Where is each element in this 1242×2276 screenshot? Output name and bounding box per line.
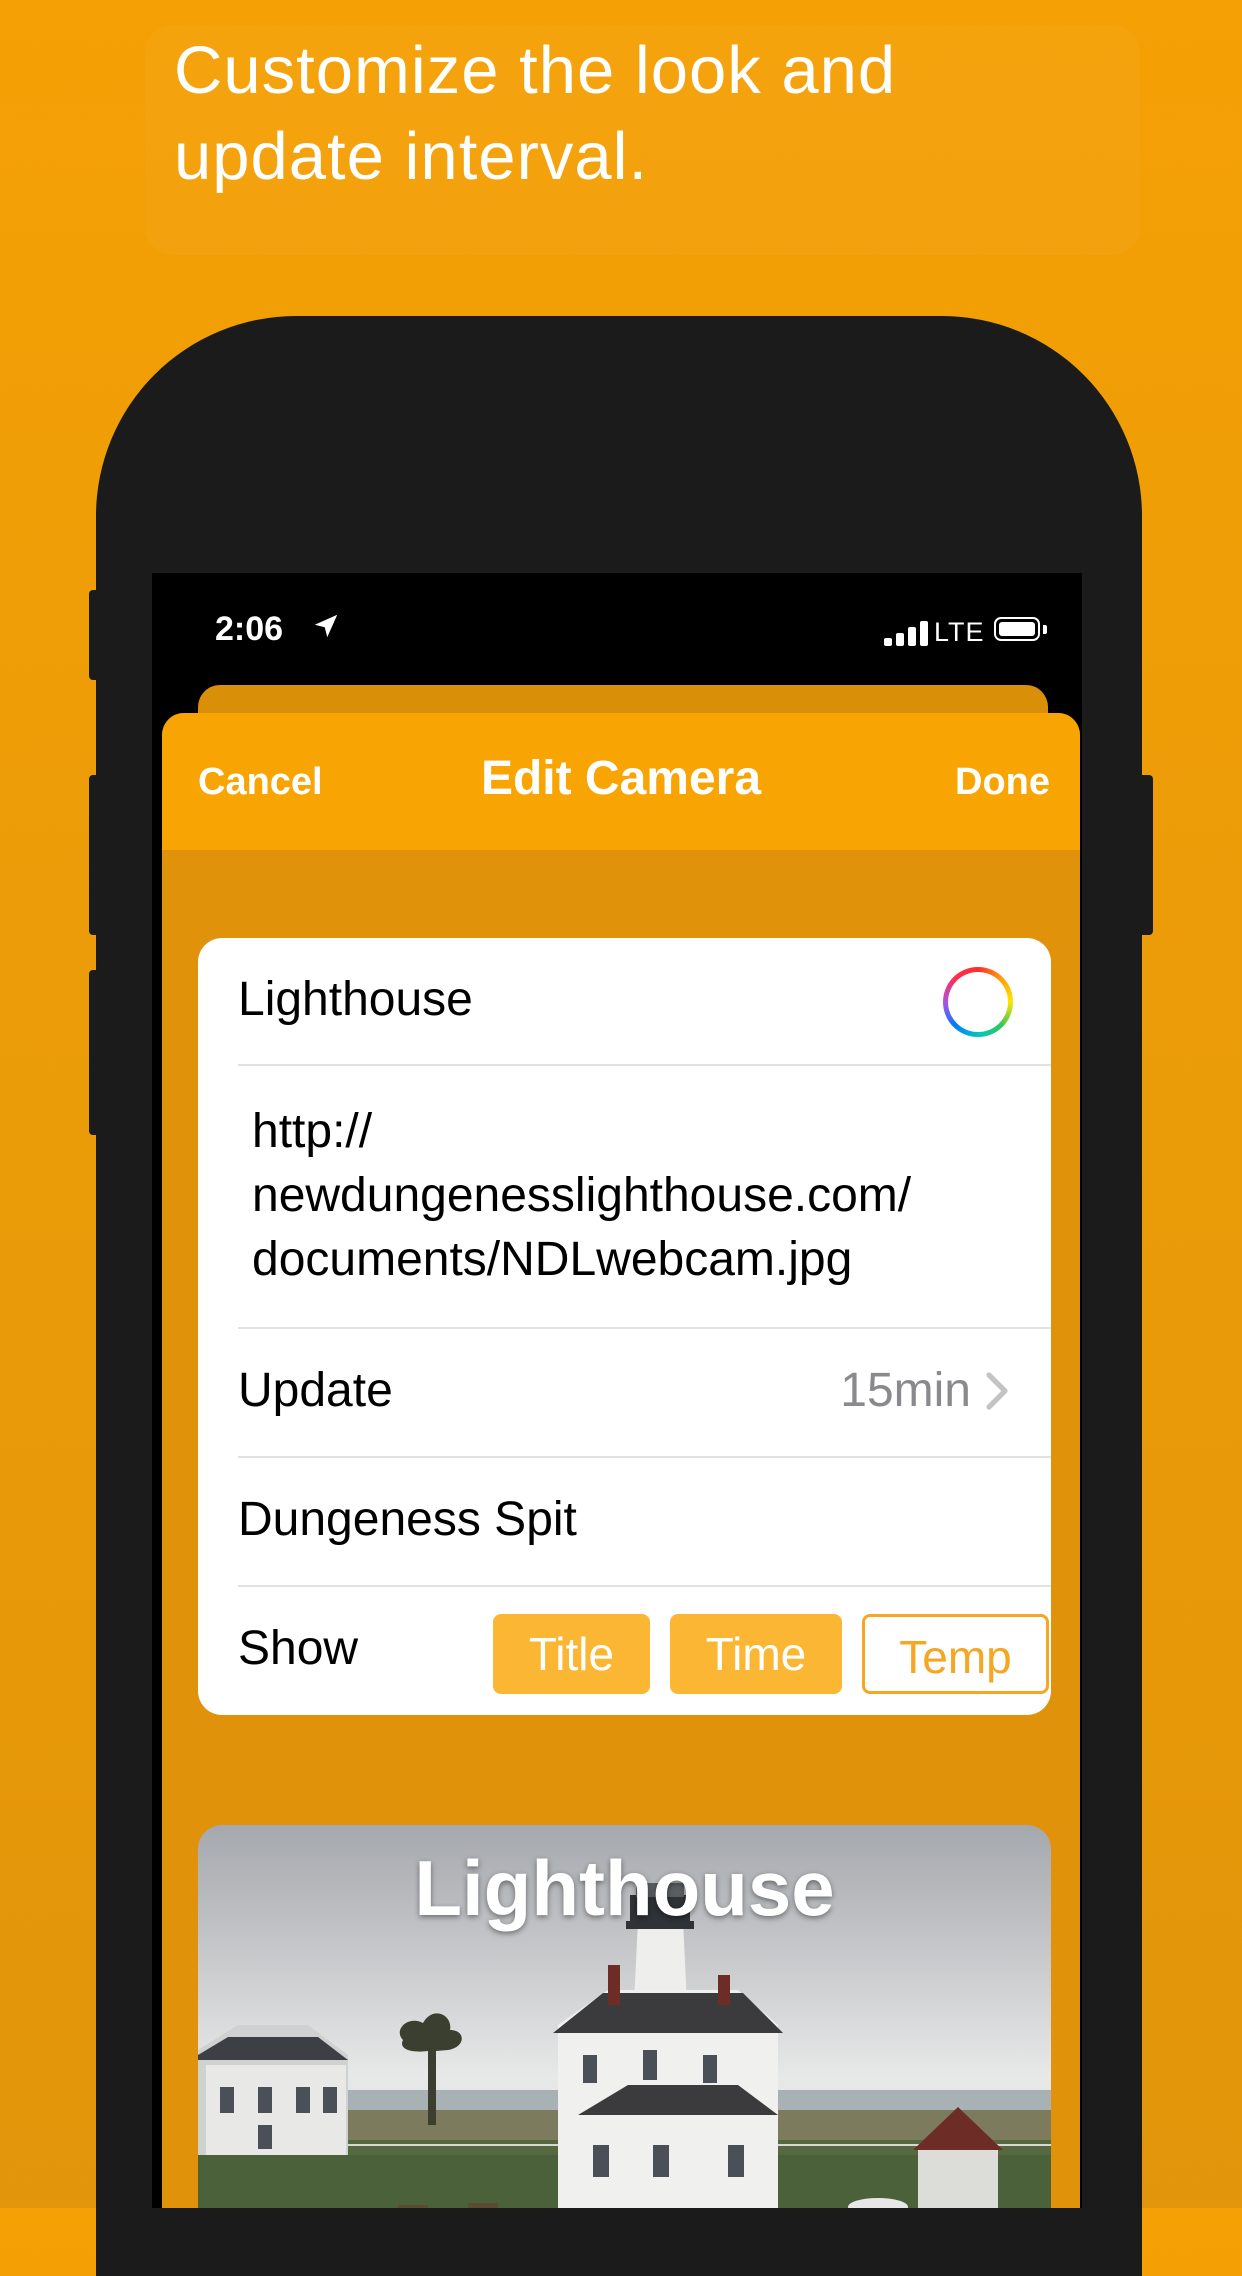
camera-subtitle-field[interactable]: Dungeness Spit <box>238 1492 577 1547</box>
phone-screen: 2:06 LTE Cancel Edit Camera Done Lightho… <box>152 573 1082 2208</box>
preview-title: Lighthouse <box>414 1844 835 1932</box>
show-temp-toggle[interactable]: Temp <box>862 1614 1049 1694</box>
battery-icon <box>994 617 1040 641</box>
battery-nub <box>1043 625 1047 634</box>
webcam-preview[interactable]: Lighthouse <box>198 1825 1051 2208</box>
chevron-right-icon <box>986 1372 1008 1410</box>
status-time: 2:06 <box>215 610 284 648</box>
show-title-toggle[interactable]: Title <box>493 1614 650 1694</box>
nav-title: Edit Camera <box>480 752 762 805</box>
phone-power-button <box>1137 775 1153 935</box>
update-label: Update <box>238 1364 393 1417</box>
headline: Customize the look and update interval. <box>174 33 897 194</box>
update-value: 15min <box>840 1364 971 1417</box>
cellular-signal-icon <box>884 620 928 646</box>
phone-volume-up-button <box>89 775 105 935</box>
network-type: LTE <box>934 617 985 647</box>
camera-form: Lighthouse http:// newdungenesslighthous… <box>198 938 1051 1715</box>
phone-volume-down-button <box>89 970 105 1135</box>
color-picker-icon[interactable] <box>943 967 1013 1037</box>
camera-name-field[interactable]: Lighthouse <box>238 972 473 1027</box>
edit-camera-sheet: Cancel Edit Camera Done Lighthouse http:… <box>162 713 1080 2208</box>
subtitle-row[interactable]: Dungeness Spit <box>238 1458 1051 1587</box>
location-arrow-icon <box>314 614 338 638</box>
url-row[interactable]: http:// newdungenesslighthouse.com/ docu… <box>238 1066 1051 1329</box>
name-row[interactable]: Lighthouse <box>238 938 1051 1066</box>
nav-bar: Cancel Edit Camera Done <box>162 713 1080 850</box>
done-button[interactable]: Done <box>955 761 1050 804</box>
phone-mute-switch <box>89 590 105 680</box>
camera-url-field[interactable]: http:// newdungenesslighthouse.com/ docu… <box>252 1100 1042 1292</box>
show-label: Show <box>238 1622 359 1675</box>
show-time-toggle[interactable]: Time <box>670 1614 842 1694</box>
update-row[interactable]: Update 15min <box>238 1329 1051 1458</box>
show-row: Show Title Time Temp <box>238 1587 1051 1715</box>
